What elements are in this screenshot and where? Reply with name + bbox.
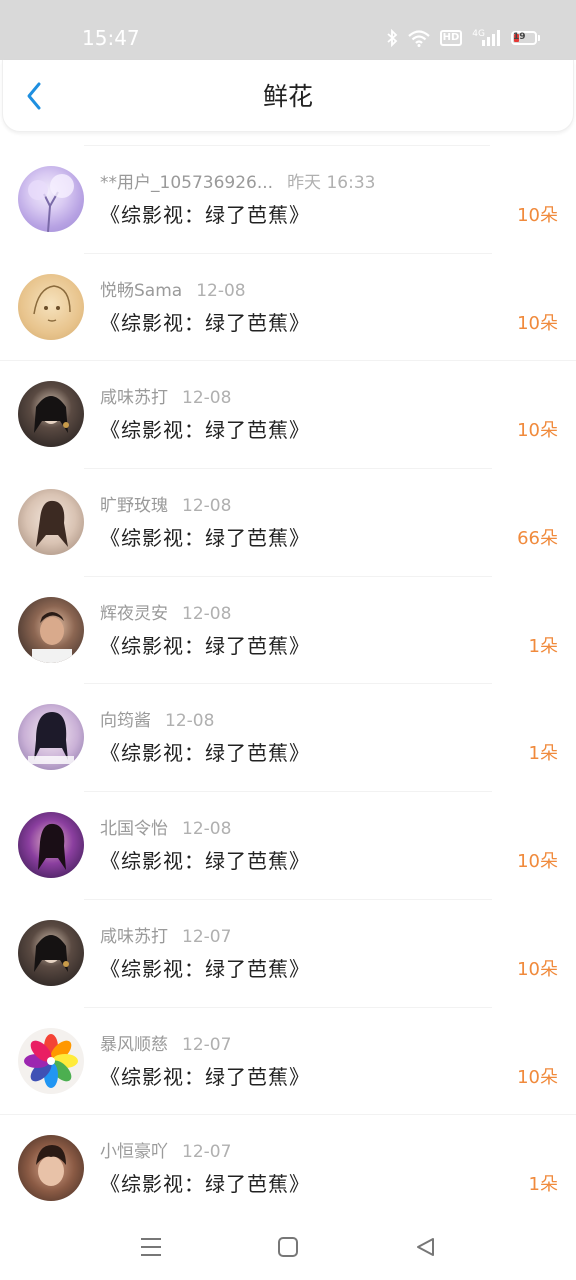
- menu-icon: [141, 1238, 161, 1256]
- avatar[interactable]: [18, 1027, 84, 1094]
- username: 辉夜灵安: [100, 603, 168, 624]
- status-time: 15:47: [82, 26, 140, 50]
- flower-amount: 10朵: [517, 958, 558, 980]
- wifi-icon: [407, 29, 430, 47]
- list-item[interactable]: 旷野玫瑰 12-08 《综影视：绿了芭蕉》 66朵: [0, 469, 576, 577]
- avatar[interactable]: [18, 166, 84, 232]
- username: **用户_105736926...: [100, 173, 274, 193]
- username: 小恒豪吖: [100, 1142, 168, 1163]
- username: 咸味苏打: [100, 388, 168, 409]
- flower-amount: 66朵: [517, 528, 558, 550]
- nav-back-button[interactable]: [410, 1232, 440, 1262]
- flower-amount: 10朵: [517, 205, 558, 226]
- timestamp: 昨天 16:33: [287, 173, 376, 193]
- flower-amount: 10朵: [517, 312, 558, 334]
- timestamp: 12-07: [182, 926, 232, 947]
- avatar[interactable]: [18, 596, 84, 663]
- username: 北国令怡: [100, 819, 168, 840]
- flower-amount: 10朵: [517, 420, 558, 442]
- menu-button[interactable]: [136, 1232, 166, 1262]
- battery-icon: 19: [511, 31, 540, 45]
- flower-amount: 1朵: [528, 1174, 558, 1196]
- flower-amount: 1朵: [528, 635, 558, 657]
- avatar[interactable]: [18, 273, 84, 340]
- book-title: 《综影视：绿了芭蕉》: [100, 310, 310, 335]
- avatar[interactable]: [18, 381, 84, 448]
- header: 鲜花: [2, 60, 574, 132]
- signal-icon: 4G: [472, 29, 501, 47]
- status-icons: HD 4G 19: [386, 26, 540, 50]
- timestamp: 12-08: [165, 711, 215, 732]
- book-title: 《综影视：绿了芭蕉》: [100, 956, 310, 981]
- status-bar: 15:47 HD 4G 19: [0, 0, 576, 60]
- list-item[interactable]: 悦畅Sama 12-08 《综影视：绿了芭蕉》 10朵: [0, 254, 576, 362]
- flower-amount: 10朵: [517, 1066, 558, 1088]
- book-title: 《综影视：绿了芭蕉》: [100, 741, 310, 766]
- hd-icon: HD: [439, 30, 463, 46]
- avatar[interactable]: [18, 919, 84, 986]
- book-title: 《综影视：绿了芭蕉》: [100, 203, 310, 227]
- username: 悦畅Sama: [100, 280, 183, 301]
- back-triangle-icon: [417, 1238, 434, 1256]
- timestamp: 12-08: [182, 388, 232, 409]
- list-item[interactable]: 暴风顺慈 12-07 《综影视：绿了芭蕉》 10朵: [0, 1008, 576, 1116]
- username: 咸味苏打: [100, 926, 168, 947]
- timestamp: 12-08: [182, 819, 232, 840]
- avatar[interactable]: [18, 489, 84, 556]
- list-item[interactable]: 北国令怡 12-08 《综影视：绿了芭蕉》 10朵: [0, 792, 576, 900]
- avatar[interactable]: [18, 1135, 84, 1202]
- book-title: 《综影视：绿了芭蕉》: [100, 849, 310, 874]
- system-nav-bar: [0, 1212, 576, 1280]
- home-button[interactable]: [273, 1232, 303, 1262]
- list-item[interactable]: 小恒豪吖 12-07 《综影视：绿了芭蕉》 1朵: [0, 1115, 576, 1223]
- book-title: 《综影视：绿了芭蕉》: [100, 418, 310, 443]
- bluetooth-icon: [386, 29, 398, 47]
- book-title: 《综影视：绿了芭蕉》: [100, 1172, 310, 1197]
- flower-list: **用户_105736926... 昨天 16:33 《综影视：绿了芭蕉》 10朵…: [0, 146, 576, 1223]
- list-item[interactable]: 向筠酱 12-08 《综影视：绿了芭蕉》 1朵: [0, 684, 576, 793]
- avatar[interactable]: [18, 704, 84, 771]
- avatar[interactable]: [18, 812, 84, 879]
- timestamp: 12-07: [182, 1142, 232, 1163]
- list-item[interactable]: 咸味苏打 12-07 《综影视：绿了芭蕉》 10朵: [0, 900, 576, 1008]
- page-title: 鲜花: [262, 82, 313, 111]
- list-item[interactable]: 辉夜灵安 12-08 《综影视：绿了芭蕉》 1朵: [0, 577, 576, 685]
- timestamp: 12-07: [182, 1034, 232, 1055]
- list-item[interactable]: 咸味苏打 12-08 《综影视：绿了芭蕉》 10朵: [0, 361, 576, 470]
- book-title: 《综影视：绿了芭蕉》: [100, 1064, 310, 1089]
- timestamp: 12-08: [196, 280, 246, 301]
- flower-amount: 1朵: [528, 743, 558, 765]
- flower-amount: 10朵: [517, 851, 558, 873]
- username: 旷野玫瑰: [100, 496, 168, 517]
- timestamp: 12-08: [182, 496, 232, 517]
- battery-level: 19: [513, 32, 526, 42]
- list-item[interactable]: **用户_105736926... 昨天 16:33 《综影视：绿了芭蕉》 10朵: [0, 146, 576, 254]
- timestamp: 12-08: [182, 603, 232, 624]
- book-title: 《综影视：绿了芭蕉》: [100, 526, 310, 551]
- book-title: 《综影视：绿了芭蕉》: [100, 633, 310, 658]
- username: 向筠酱: [100, 711, 151, 732]
- username: 暴风顺慈: [100, 1034, 168, 1055]
- home-icon: [278, 1237, 298, 1257]
